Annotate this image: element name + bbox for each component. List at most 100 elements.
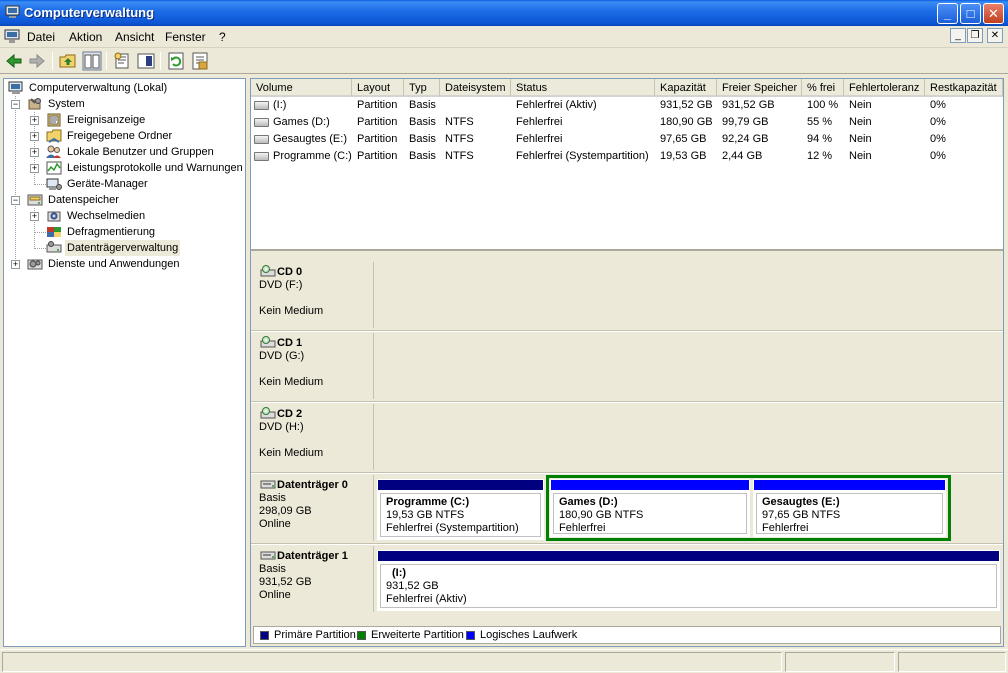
disk-row-cd1[interactable]: CD 1 DVD (G:) Kein Medium	[251, 331, 1003, 401]
collapse-toggle[interactable]: −	[11, 100, 20, 109]
refresh-icon[interactable]	[166, 51, 186, 71]
tools-icon	[28, 98, 41, 110]
table-row[interactable]: (I:) Partition Basis Fehlerfrei (Aktiv) …	[251, 97, 1003, 114]
close-button[interactable]: ✕	[983, 3, 1004, 24]
back-arrow-icon[interactable]	[4, 51, 24, 71]
cell-dateisystem: NTFS	[445, 116, 474, 128]
tree-connector	[34, 184, 46, 185]
cell-kapazitaet: 180,90 GB	[660, 116, 713, 128]
expand-toggle[interactable]: +	[30, 116, 39, 125]
tree-item-root[interactable]: Computerverwaltung (Lokal)	[8, 80, 169, 96]
menu-fenster[interactable]: Fenster	[165, 30, 206, 44]
expand-toggle[interactable]: +	[11, 260, 20, 269]
tree-item-label: Lokale Benutzer und Gruppen	[67, 146, 214, 158]
tree-item-geraete-manager[interactable]: Geräte-Manager	[46, 176, 150, 192]
partition-programme-c[interactable]: Programme (C:) 19,53 GB NTFS Fehlerfrei …	[377, 479, 544, 540]
mdi-restore-button[interactable]: ❐	[967, 28, 983, 43]
minimize-icon: _	[943, 6, 952, 21]
disk-row-disk0[interactable]: Datenträger 0 Basis 298,09 GB Online Pro…	[251, 473, 1003, 543]
column-header-layout[interactable]: Layout	[352, 79, 404, 97]
tree-item-lokale-benutzer[interactable]: Lokale Benutzer und Gruppen	[46, 144, 216, 160]
mdi-close-button[interactable]: ✕	[987, 28, 1003, 43]
column-header-kapazitaet[interactable]: Kapazität	[655, 79, 717, 97]
minimize-icon: _	[955, 30, 961, 41]
show-hide-console-icon[interactable]	[136, 51, 156, 71]
table-row[interactable]: Gesaugtes (E:) Partition Basis NTFS Fehl…	[251, 131, 1003, 148]
cell-kapazitaet: 97,65 GB	[660, 133, 707, 145]
status-pane	[785, 652, 895, 672]
disk-row-cd0[interactable]: CD 0 DVD (F:) Kein Medium	[251, 260, 1003, 330]
show-tree-icon[interactable]	[82, 51, 102, 71]
forward-arrow-icon[interactable]	[27, 51, 47, 71]
shared-folder-icon	[46, 129, 62, 143]
partition-i[interactable]: (I:) 931,52 GB Fehlerfrei (Aktiv)	[377, 550, 1000, 611]
tree-item-defragmentierung[interactable]: Defragmentierung	[46, 224, 157, 240]
disk-info-cd2: CD 2 DVD (H:) Kein Medium	[253, 404, 374, 470]
column-header-freier-speicher[interactable]: Freier Speicher	[717, 79, 802, 97]
menu-help[interactable]: ?	[219, 30, 226, 44]
performance-logs-icon	[46, 161, 62, 175]
menu-datei[interactable]: Datei	[27, 30, 55, 44]
disk-drive: DVD (G:)	[259, 350, 305, 362]
disk-row-disk1[interactable]: Datenträger 1 Basis 931,52 GB Online (I:…	[251, 544, 1003, 614]
disk-size: 298,09 GB	[259, 505, 312, 517]
cd-drive-icon	[260, 336, 276, 348]
partition-gesaugtes-e[interactable]: Gesaugtes (E:) 97,65 GB NTFS Fehlerfrei	[753, 479, 946, 537]
column-header-status[interactable]: Status	[511, 79, 655, 97]
disk-layout-disk1: (I:) 931,52 GB Fehlerfrei (Aktiv)	[375, 546, 1001, 612]
cell-prozent-frei: 100 %	[807, 99, 839, 111]
disk-type: Basis	[259, 563, 286, 575]
expand-toggle[interactable]: +	[30, 148, 39, 157]
disk-drive: DVD (H:)	[259, 421, 304, 433]
cell-restkapazitaet: 0%	[930, 133, 946, 145]
menu-aktion[interactable]: Aktion	[69, 30, 102, 44]
tree-item-wechselmedien[interactable]: Wechselmedien	[46, 208, 147, 224]
column-header-restkapazitaet[interactable]: Restkapazität	[925, 79, 1003, 97]
column-header-dateisystem[interactable]: Dateisystem	[440, 79, 511, 97]
up-folder-icon[interactable]	[58, 51, 78, 71]
partition-details: Programme (C:) 19,53 GB NTFS Fehlerfrei …	[380, 493, 541, 537]
column-header-prozent-frei[interactable]: % frei	[802, 79, 844, 97]
column-header-fehlertoleranz[interactable]: Fehlertoleranz	[844, 79, 925, 97]
status-pane	[898, 652, 1006, 672]
minimize-button[interactable]: _	[937, 3, 958, 24]
tree-item-ereignisanzeige[interactable]: Ereignisanzeige	[46, 112, 147, 128]
cell-prozent-frei: 55 %	[807, 116, 833, 128]
cell-layout: Partition	[357, 150, 398, 162]
table-row[interactable]: Games (D:) Partition Basis NTFS Fehlerfr…	[251, 114, 1003, 131]
maximize-button[interactable]: □	[960, 3, 981, 24]
disk-row-cd2[interactable]: CD 2 DVD (H:) Kein Medium	[251, 402, 1003, 472]
menu-ansicht[interactable]: Ansicht	[115, 30, 154, 44]
column-header-volume[interactable]: Volume	[251, 79, 352, 97]
partition-details: (I:) 931,52 GB Fehlerfrei (Aktiv)	[380, 564, 997, 608]
mdi-system-menu-icon[interactable]	[4, 29, 20, 44]
expand-toggle[interactable]: +	[30, 212, 39, 221]
collapse-toggle[interactable]: −	[11, 196, 20, 205]
partition-size: 180,90 GB NTFS	[559, 509, 644, 521]
tree-item-system[interactable]: System	[27, 96, 87, 112]
properties-icon[interactable]	[112, 51, 132, 71]
tree-item-dienste[interactable]: Dienste und Anwendungen	[27, 256, 182, 272]
tree-item-datenspeicher[interactable]: Datenspeicher	[27, 192, 121, 208]
tree-item-label: Freigegebene Ordner	[67, 130, 173, 142]
legend-logical: Logisches Laufwerk	[480, 629, 578, 641]
table-row[interactable]: Programme (C:) Partition Basis NTFS Fehl…	[251, 148, 1003, 165]
disk-area-empty	[375, 262, 1001, 328]
partition-games-d[interactable]: Games (D:) 180,90 GB NTFS Fehlerfrei	[550, 479, 750, 537]
column-header-typ[interactable]: Typ	[404, 79, 440, 97]
expand-toggle[interactable]: +	[30, 164, 39, 173]
tree-item-freigegebene-ordner[interactable]: Freigegebene Ordner	[46, 128, 174, 144]
legend-extended: Erweiterte Partition	[371, 629, 464, 641]
restore-icon: ❐	[970, 30, 980, 41]
tree-item-leistungsprotokolle[interactable]: Leistungsprotokolle und Warnungen	[46, 160, 245, 176]
menu-bar: Datei Aktion Ansicht Fenster ? _ ❐ ✕	[0, 26, 1008, 48]
export-list-icon[interactable]	[190, 51, 210, 71]
mdi-minimize-button[interactable]: _	[950, 28, 966, 43]
cell-fehlertoleranz: Nein	[849, 116, 872, 128]
tree-connector	[15, 96, 16, 265]
expand-toggle[interactable]: +	[30, 132, 39, 141]
cell-dateisystem: NTFS	[445, 150, 474, 162]
disk-info-disk0: Datenträger 0 Basis 298,09 GB Online	[253, 475, 374, 541]
tree-connector	[34, 248, 46, 249]
tree-item-datentraegerverwaltung[interactable]: Datenträgerverwaltung	[46, 240, 181, 256]
